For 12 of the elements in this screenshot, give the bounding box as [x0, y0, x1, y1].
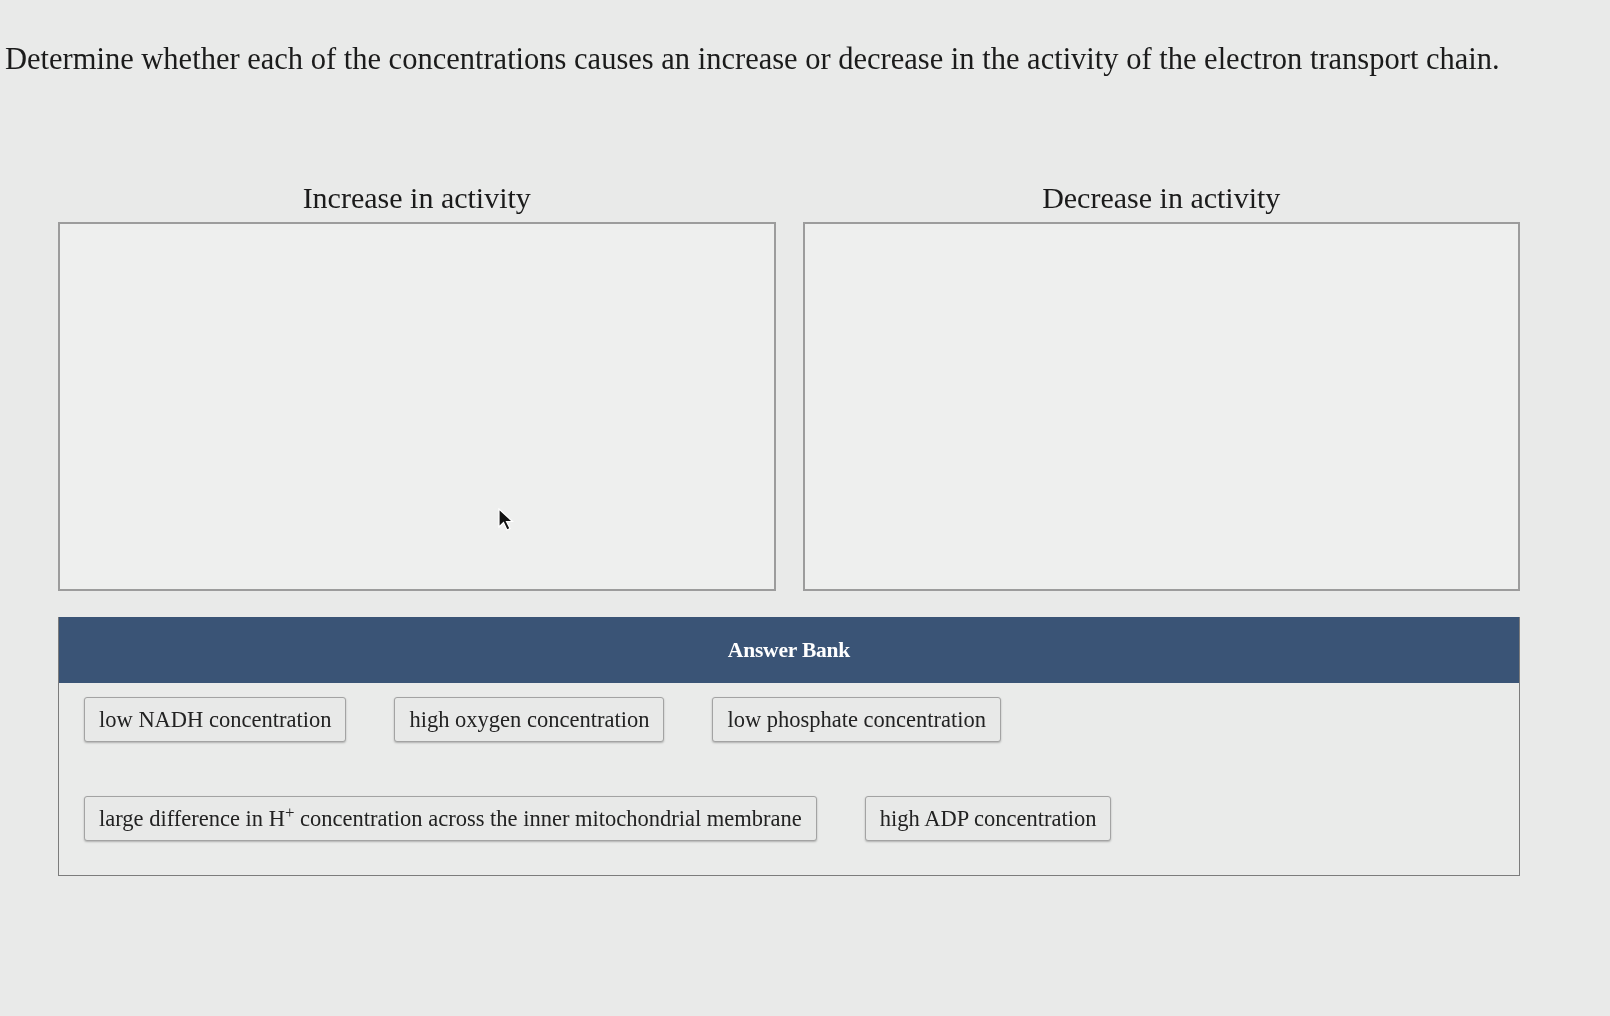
- answer-tile[interactable]: low NADH concentration: [84, 696, 347, 743]
- answer-tile[interactable]: high oxygen concentration: [394, 696, 665, 743]
- question-text: Determine whether each of the concentrations causes an increase or decrease in the activity of the electron transport chain.: [5, 41, 1501, 78]
- answer-tile[interactable]: low phosphate concentration: [712, 696, 1002, 743]
- category-heading: Increase in activity: [301, 179, 532, 216]
- answer-tile[interactable]: large difference in H$^{+}$ concentration across the inner mitochondrial membrane: [84, 796, 817, 842]
- answer-bank-header: Answer Bank: [59, 616, 1519, 683]
- category-heading: Decrease in activity: [1041, 179, 1282, 216]
- answer-tile[interactable]: high ADP concentration: [864, 796, 1112, 842]
- drop-zone[interactable]: [802, 221, 1520, 591]
- mouse-pointer-icon: [498, 508, 514, 532]
- drop-zone[interactable]: [58, 221, 776, 591]
